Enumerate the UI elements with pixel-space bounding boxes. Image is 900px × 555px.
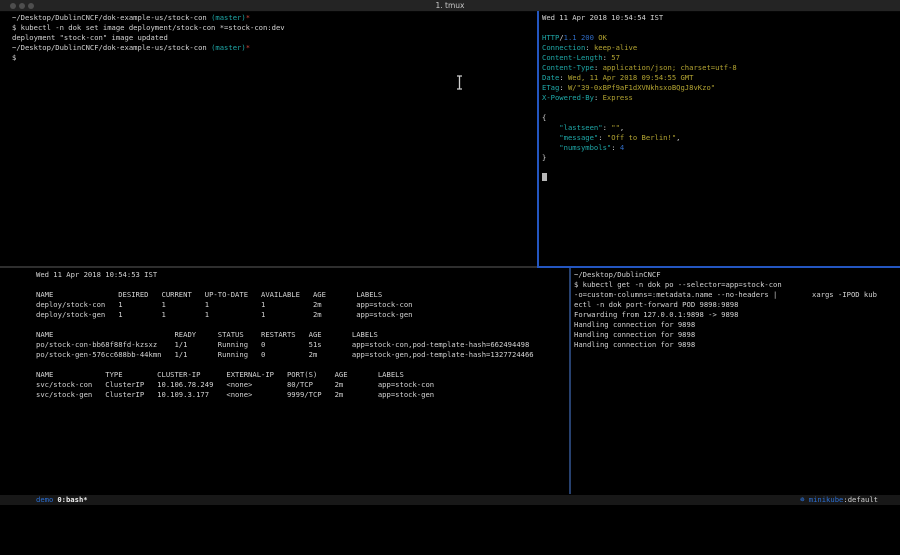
json-key: "message" <box>542 133 598 142</box>
pane-top-right-http-response[interactable]: Wed 11 Apr 2018 10:54:54 IST HTTP/1.1 20… <box>542 13 737 183</box>
git-dirty-indicator: * <box>246 13 250 22</box>
http-reason: OK <box>598 33 607 42</box>
pane-top-left-shell[interactable]: ~/Desktop/DublinCNCF/dok-example-us/stoc… <box>12 13 285 63</box>
json-key: "lastseen" <box>542 123 603 132</box>
prompt-path: ~/Desktop/DublinCNCF/dok-example-us/stoc… <box>12 13 211 22</box>
json-comma: , <box>620 123 624 132</box>
http-header-name: ETag <box>542 83 559 92</box>
command-line: $ kubectl -n dok set image deployment/st… <box>12 23 285 32</box>
http-header-value: Wed, 11 Apr 2018 09:54:55 GMT <box>568 73 694 82</box>
json-value: 4 <box>620 143 624 152</box>
deployments-table: NAME DESIRED CURRENT UP-TO-DATE AVAILABL… <box>36 290 412 319</box>
window-titlebar[interactable]: 1. tmux <box>0 0 900 12</box>
terminal-window: 1. tmux ~/Desktop/DublinCNCF/dok-example… <box>0 0 900 555</box>
status-left: demo 0:bash* <box>36 495 88 505</box>
http-proto: HTTP <box>542 33 559 42</box>
http-header-value: application/json; charset=utf-8 <box>603 63 737 72</box>
git-branch: (master) <box>211 43 246 52</box>
window-title: 1. tmux <box>0 1 900 10</box>
kube-context: minikube <box>809 495 844 504</box>
json-sep: : <box>603 123 612 132</box>
pane-bottom-right-port-forward[interactable]: ~/Desktop/DublinCNCF $ kubectl get -n do… <box>574 270 877 350</box>
http-header-sep: : <box>559 83 568 92</box>
session-name: demo <box>36 495 53 504</box>
tmux-status-bar: demo 0:bash* ☸ minikube:default <box>0 495 900 505</box>
timestamp: Wed 11 Apr 2018 10:54:53 IST <box>36 270 157 279</box>
http-header-value: W/"39-0xBPf9aF1dXVNkhsxoBQgJ8vKzo" <box>568 83 715 92</box>
http-version-status: 1.1 200 <box>564 33 599 42</box>
json-value: "Off to Berlin!" <box>607 133 676 142</box>
pods-table: NAME READY STATUS RESTARTS AGE LABELS po… <box>36 330 534 359</box>
json-sep: : <box>611 143 620 152</box>
services-table: NAME TYPE CLUSTER-IP EXTERNAL-IP PORT(S)… <box>36 370 434 399</box>
pane-border-vertical-bottom <box>569 268 571 494</box>
kube-namespace: :default <box>843 495 878 504</box>
json-key: "numsymbols" <box>542 143 611 152</box>
mouse-cursor <box>455 75 464 90</box>
command-output: deployment "stock-con" image updated <box>12 33 168 42</box>
http-header-value: 57 <box>611 53 620 62</box>
http-header-value: keep-alive <box>594 43 637 52</box>
json-brace-close: } <box>542 153 546 162</box>
http-header-name: X-Powered-By <box>542 93 594 102</box>
http-header-name: Content-Type <box>542 63 594 72</box>
pane-border-vertical-top <box>537 11 539 266</box>
kubernetes-icon: ☸ <box>800 495 804 504</box>
window-label[interactable]: 0:bash* <box>57 495 87 504</box>
json-brace-open: { <box>542 113 546 122</box>
git-dirty-indicator: * <box>246 43 250 52</box>
port-forward-log: ~/Desktop/DublinCNCF $ kubectl get -n do… <box>574 270 877 349</box>
http-header-sep: : <box>585 43 594 52</box>
timestamp: Wed 11 Apr 2018 10:54:54 IST <box>542 13 663 22</box>
json-value: "" <box>611 123 620 132</box>
http-header-name: Content-Length <box>542 53 603 62</box>
pane-border-horizontal-right <box>537 266 900 268</box>
http-header-sep: : <box>559 73 568 82</box>
prompt-path: ~/Desktop/DublinCNCF/dok-example-us/stoc… <box>12 43 211 52</box>
terminal-cursor <box>542 173 547 181</box>
http-header-value: Express <box>603 93 633 102</box>
prompt-char: $ <box>12 53 16 62</box>
status-right: ☸ minikube:default <box>800 495 878 505</box>
pane-border-horizontal-left <box>0 266 537 268</box>
http-header-sep: : <box>594 63 603 72</box>
http-header-name: Connection <box>542 43 585 52</box>
http-header-sep: : <box>594 93 603 102</box>
json-comma: , <box>676 133 680 142</box>
pane-bottom-left-watch[interactable]: Wed 11 Apr 2018 10:54:53 IST NAME DESIRE… <box>36 270 534 400</box>
http-header-name: Date <box>542 73 559 82</box>
json-sep: : <box>598 133 607 142</box>
git-branch: (master) <box>211 13 246 22</box>
http-header-sep: : <box>603 53 612 62</box>
